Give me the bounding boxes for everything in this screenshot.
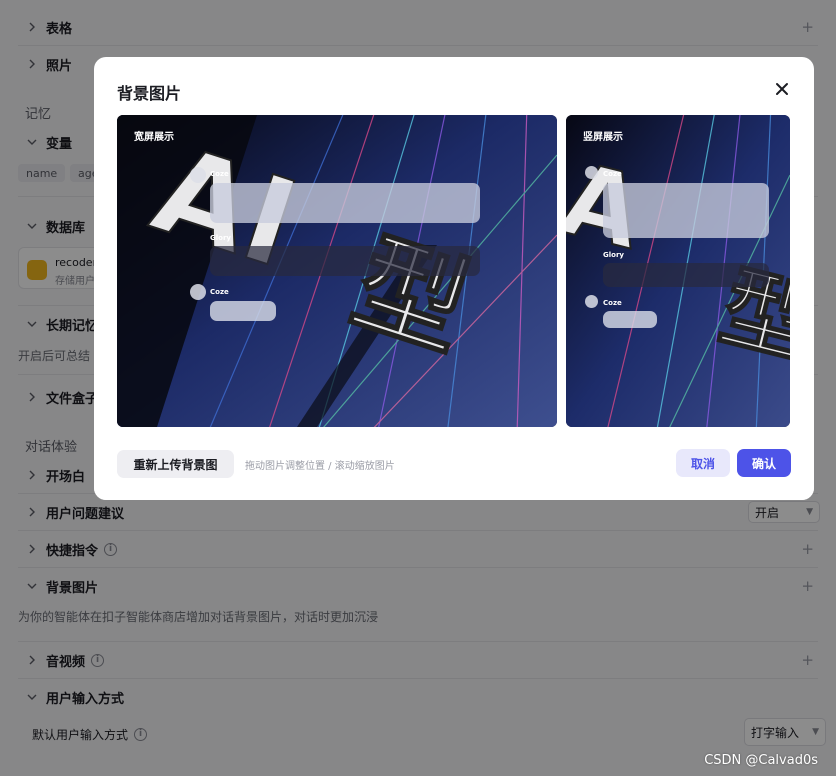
sender-name: Coze: [603, 299, 622, 307]
chat-bubble: [210, 183, 480, 223]
modal-footer: 重新上传背景图 拖动图片调整位置 / 滚动缩放图片 取消 确认: [94, 427, 814, 500]
sender-name: Glory: [603, 251, 624, 259]
wide-preview[interactable]: AI 型 宽屏展示 Coze Glory Coze: [117, 115, 557, 427]
avatar: [585, 295, 598, 308]
chat-bubble: [603, 183, 769, 238]
modal-title: 背景图片: [117, 84, 182, 103]
sender-name: Coze: [603, 170, 622, 178]
chat-bubble: [603, 311, 657, 328]
close-icon[interactable]: [774, 81, 790, 97]
reupload-button[interactable]: 重新上传背景图: [117, 450, 234, 478]
confirm-button[interactable]: 确认: [737, 449, 791, 477]
bg-image-modal: 背景图片 型 宽屏展示 Coze Glory Coze 型 竖屏展示 Coze …: [94, 57, 814, 500]
cancel-button[interactable]: 取消: [676, 449, 730, 477]
drag-hint: 拖动图片调整位置 / 滚动缩放图片: [245, 461, 395, 472]
chat-bubble: [603, 263, 769, 287]
chat-bubble: [210, 301, 276, 321]
tall-preview[interactable]: A 型 竖屏展示 Coze Glory Coze: [566, 115, 790, 427]
sender-name: Coze: [210, 170, 229, 178]
watermark: CSDN @Calvad0s: [704, 753, 818, 768]
sender-name: Coze: [210, 288, 229, 296]
avatar: [190, 284, 206, 300]
wide-preview-label: 宽屏展示: [134, 132, 174, 143]
tall-preview-label: 竖屏展示: [583, 132, 623, 143]
sender-name: Glory: [210, 234, 231, 242]
avatar: [190, 167, 206, 183]
avatar: [585, 166, 598, 179]
chat-bubble: [210, 246, 480, 276]
